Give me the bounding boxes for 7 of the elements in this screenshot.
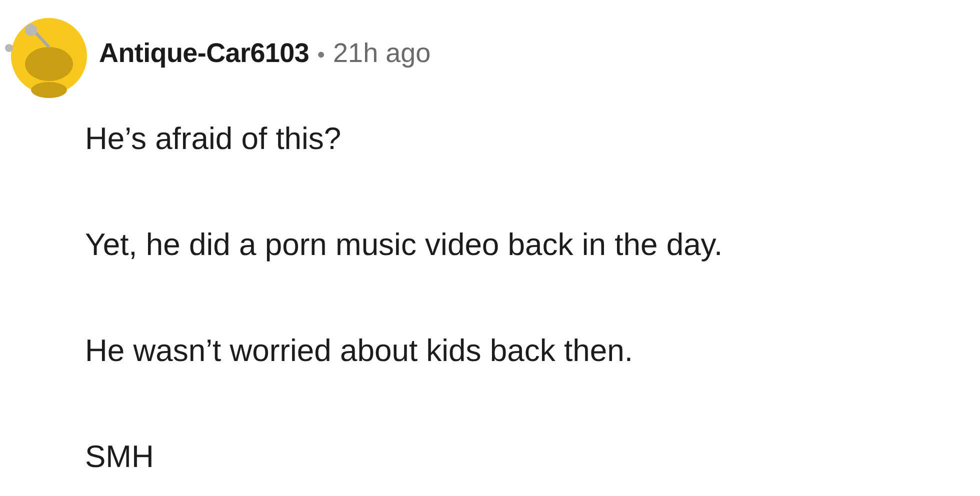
separator-dot: •	[316, 42, 326, 66]
comment-paragraph: SMH	[85, 438, 155, 476]
comment-paragraph: He’s afraid of this?	[85, 120, 342, 158]
comment-paragraph: Yet, he did a porn music video back in the day.	[85, 226, 724, 264]
timestamp: 21h ago	[333, 38, 431, 68]
comment-paragraph: He wasn’t worried about kids back then.	[85, 332, 634, 370]
username[interactable]: Antique-Car6103	[99, 38, 310, 68]
